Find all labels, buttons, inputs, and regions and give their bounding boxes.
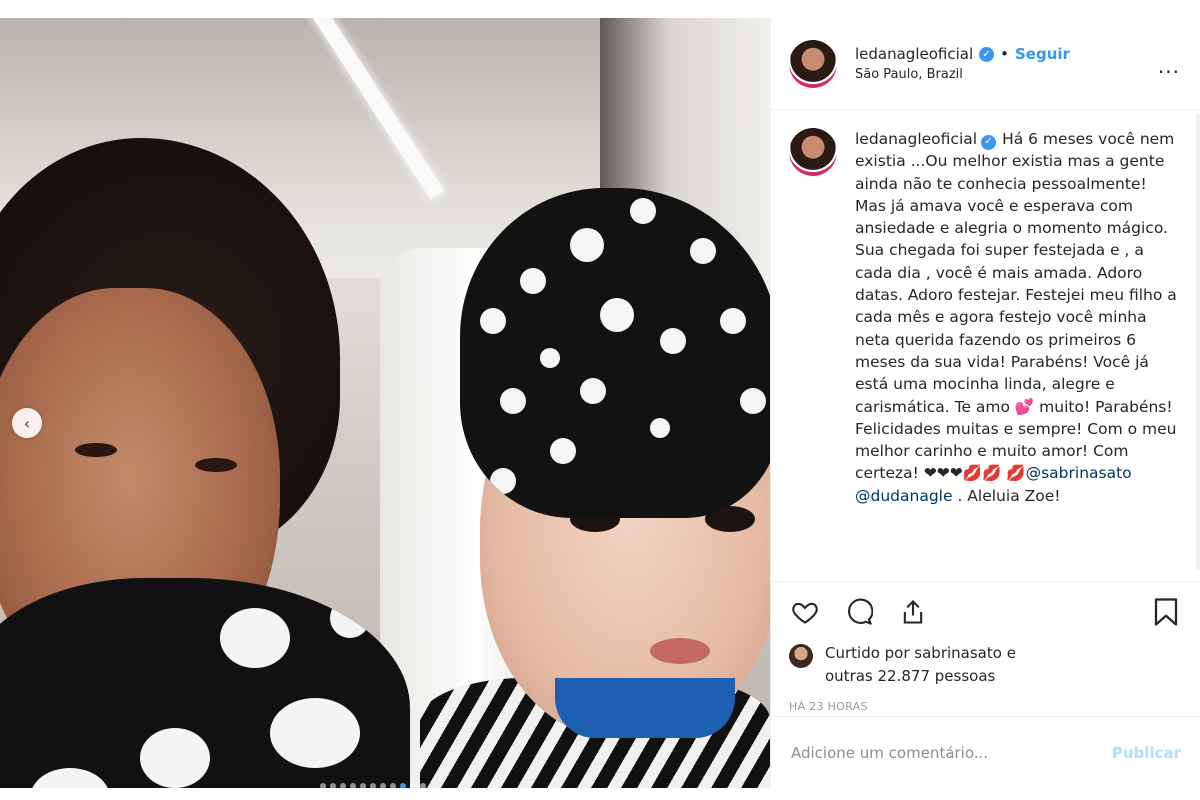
carousel-dot	[420, 783, 426, 788]
post-photo[interactable]: ‹	[0, 18, 770, 788]
carousel-dot	[380, 783, 386, 788]
verified-badge-icon: ✓	[981, 134, 997, 150]
bookmark-icon[interactable]	[1150, 596, 1182, 628]
heart-icon[interactable]	[789, 596, 821, 628]
carousel-dot	[370, 783, 376, 788]
caption-end: . Aleluia Zoe!	[957, 486, 1061, 505]
photo-woman-eye	[195, 458, 237, 472]
caption-body: Há 6 meses você nem existia ...Ou melhor…	[855, 130, 1177, 483]
photo-baby-turban	[460, 188, 770, 518]
caption-text: ledanagleoficial ✓ Há 6 meses você nem exi…	[855, 128, 1180, 581]
separator-dot: •	[1000, 45, 1009, 63]
share-icon[interactable]	[897, 596, 929, 628]
carousel-dot	[320, 783, 326, 788]
avatar[interactable]	[789, 128, 837, 176]
publish-button[interactable]: Publicar	[1112, 744, 1181, 762]
more-options-icon[interactable]: ...	[1158, 54, 1180, 78]
post-header: ledanagleoficial ✓ • Seguir São Paulo, B…	[771, 18, 1200, 110]
photo-baby-collar	[555, 678, 735, 738]
carousel-dot	[350, 783, 356, 788]
scrollbar[interactable]	[1196, 114, 1200, 570]
carousel-indicators	[320, 783, 426, 788]
carousel-dot	[360, 783, 366, 788]
mention-link[interactable]: @sabrinasato	[1026, 464, 1132, 482]
comment-bar: Publicar	[771, 716, 1200, 788]
post-details-panel: ledanagleoficial ✓ • Seguir São Paulo, B…	[770, 18, 1200, 788]
photo-baby-mouth	[650, 638, 710, 664]
carousel-prev-button[interactable]: ‹	[12, 408, 42, 438]
follow-button[interactable]: Seguir	[1015, 45, 1070, 63]
location-link[interactable]: São Paulo, Brazil	[855, 67, 1070, 82]
comment-input[interactable]	[791, 743, 1112, 762]
photo-woman-dress	[0, 578, 410, 788]
avatar[interactable]	[789, 39, 837, 88]
photo-woman-eye	[75, 443, 117, 457]
carousel-dot	[330, 783, 336, 788]
liked-by-line[interactable]: Curtido por sabrinasato e	[825, 642, 1016, 665]
carousel-dot-active	[400, 783, 406, 788]
mention-link[interactable]: @dudanagle	[855, 487, 953, 505]
likes-summary: Curtido por sabrinasato e outras 22.877 …	[771, 642, 1200, 688]
username-link[interactable]: ledanagleoficial	[855, 45, 973, 63]
caption-username-link[interactable]: ledanagleoficial	[855, 130, 977, 148]
carousel-dot	[410, 783, 416, 788]
chevron-left-icon: ‹	[23, 413, 31, 433]
carousel-dot	[390, 783, 396, 788]
caption-area: ledanagleoficial ✓ Há 6 meses você nem exi…	[771, 110, 1200, 582]
carousel-dot	[340, 783, 346, 788]
post-timestamp[interactable]: HÁ 23 HORAS	[771, 700, 1200, 713]
action-bar	[771, 582, 1200, 642]
comment-icon[interactable]	[843, 596, 875, 628]
verified-badge-icon: ✓	[979, 46, 995, 62]
liker-avatar[interactable]	[789, 644, 813, 668]
likes-count-line[interactable]: outras 22.877 pessoas	[825, 665, 1016, 688]
